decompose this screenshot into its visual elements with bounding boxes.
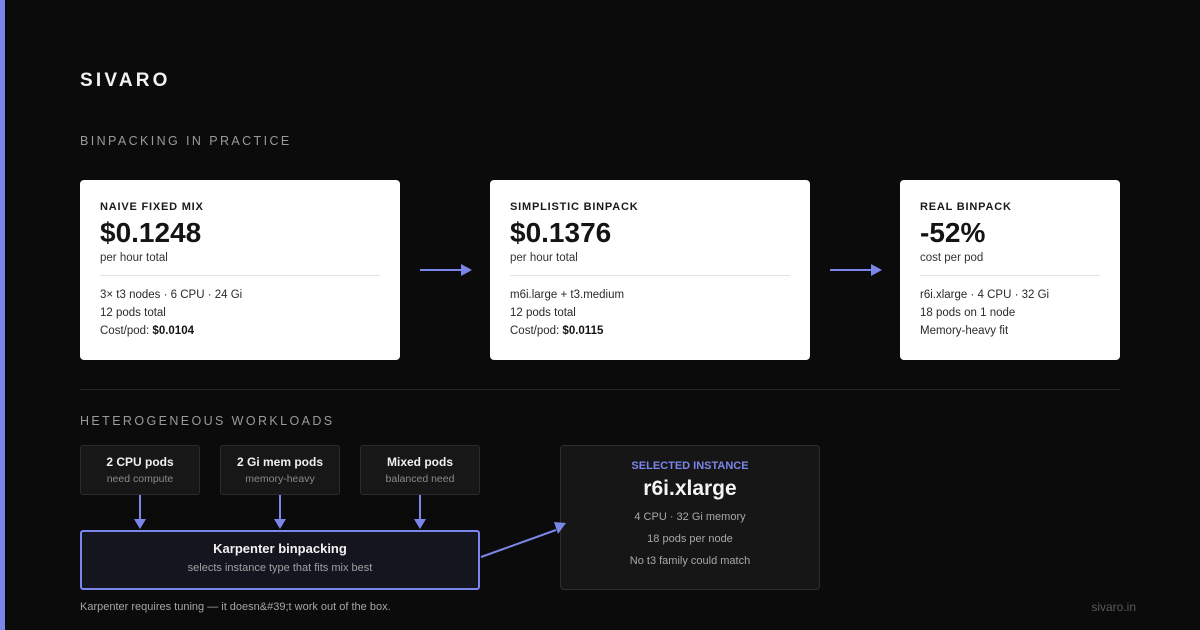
arrow-card1-to-card2 <box>420 264 472 276</box>
arrow-karpenter-to-selected <box>480 522 566 558</box>
arrow-mem-pods-to-karpenter <box>274 495 286 529</box>
footnote: Karpenter requires tuning — it doesn&#39… <box>80 601 391 613</box>
arrow-mixed-pods-to-karpenter <box>414 495 426 529</box>
arrow-cpu-pods-to-karpenter <box>134 495 146 529</box>
site-url: sivaro.in <box>1091 600 1136 614</box>
connector-arrows <box>134 264 882 558</box>
arrow-card2-to-card3 <box>830 264 882 276</box>
